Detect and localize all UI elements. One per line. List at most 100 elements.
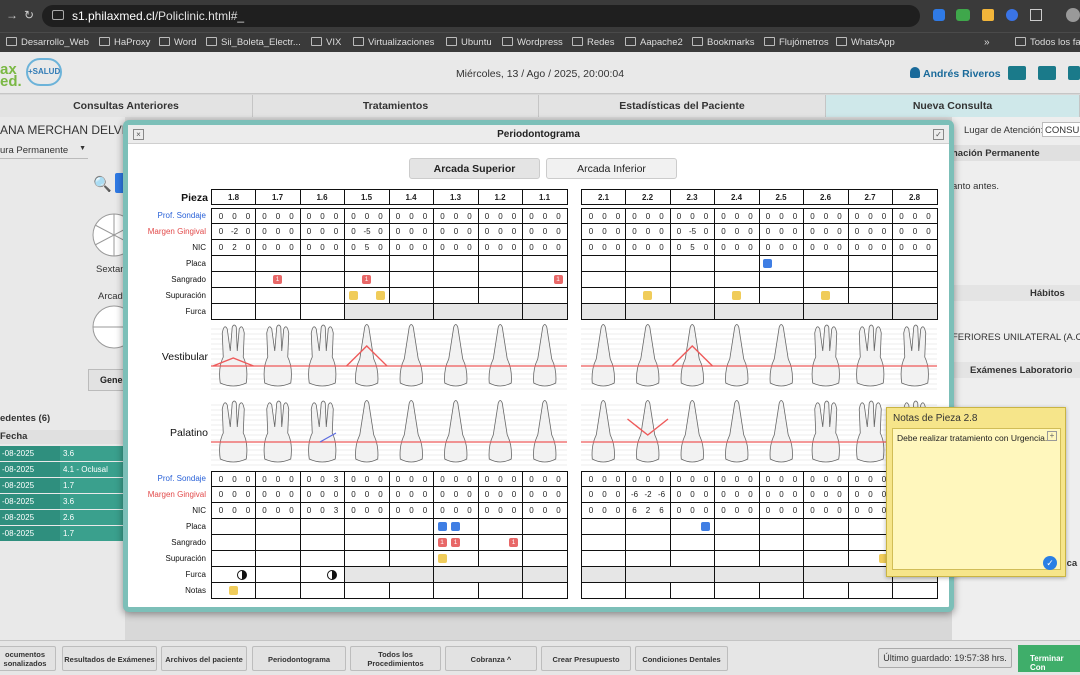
- bottom-margen-value[interactable]: 0: [375, 487, 387, 502]
- bottom-notas-cell[interactable]: [433, 583, 479, 599]
- top-supuracion-cell[interactable]: [300, 288, 345, 304]
- furca-grade-icon[interactable]: [327, 570, 337, 580]
- crear-presupuesto-button[interactable]: Crear Presupuesto: [541, 646, 631, 671]
- bottom-margen-value[interactable]: 0: [348, 487, 360, 502]
- top-nic-value[interactable]: 0: [526, 240, 538, 255]
- top-margen-value[interactable]: 0: [437, 224, 449, 239]
- top-sondaje-value[interactable]: 0: [745, 209, 757, 224]
- top-sondaje-value[interactable]: 0: [776, 209, 788, 224]
- top-nic-value[interactable]: 0: [437, 240, 449, 255]
- top-margen-value[interactable]: 0: [923, 224, 935, 239]
- bottom-nic-value[interactable]: 6: [629, 503, 641, 518]
- bottom-margen-value[interactable]: 0: [789, 487, 801, 502]
- top-sondaje-value[interactable]: 0: [612, 209, 624, 224]
- cobranza-button[interactable]: Cobranza ^: [445, 646, 537, 671]
- top-supuracion-cell[interactable]: [389, 288, 434, 304]
- top-margen-value[interactable]: 0: [348, 224, 360, 239]
- bottom-sondaje-value[interactable]: 0: [464, 472, 476, 487]
- bottom-margen-cell[interactable]: -6 -2 -6: [625, 487, 671, 503]
- bottom-nic-value[interactable]: 0: [375, 503, 387, 518]
- top-margen-cell[interactable]: 000: [714, 224, 760, 240]
- top-placa-cell[interactable]: [581, 256, 626, 272]
- bottom-nic-value[interactable]: 0: [865, 503, 877, 518]
- terminar-consulta-button[interactable]: Terminar Con: [1018, 645, 1080, 672]
- top-nic-value[interactable]: 0: [330, 240, 342, 255]
- top-placa-cell[interactable]: [803, 256, 849, 272]
- bottom-sondaje-value[interactable]: 0: [718, 472, 730, 487]
- top-sondaje-cell[interactable]: 000: [344, 208, 390, 224]
- bottom-sondaje-value[interactable]: 0: [776, 472, 788, 487]
- bottom-sondaje-value[interactable]: 0: [259, 472, 271, 487]
- bookmark-item[interactable]: HaProxy: [99, 37, 150, 48]
- top-sondaje-value[interactable]: 0: [481, 209, 493, 224]
- top-nic-value[interactable]: 0: [599, 240, 611, 255]
- top-nic-cell[interactable]: 000: [389, 240, 434, 256]
- furca-grade-icon[interactable]: [237, 570, 247, 580]
- bottom-nic-value[interactable]: 0: [687, 503, 699, 518]
- bottom-furca-cell[interactable]: [433, 567, 479, 583]
- bottom-sangrado-cell[interactable]: [389, 535, 434, 551]
- bottom-sondaje-value[interactable]: 0: [286, 472, 298, 487]
- top-margen-value[interactable]: -2: [229, 224, 241, 239]
- bottom-margen-cell[interactable]: 000: [344, 487, 390, 503]
- top-margen-value[interactable]: 0: [834, 224, 846, 239]
- tooth-number-2.1[interactable]: 2.1: [581, 189, 626, 205]
- bottom-sondaje-value[interactable]: 0: [865, 472, 877, 487]
- top-sangrado-cell[interactable]: [211, 272, 256, 288]
- top-sondaje-cell[interactable]: 000: [670, 208, 715, 224]
- top-nic-value[interactable]: 0: [700, 240, 712, 255]
- top-sondaje-value[interactable]: 0: [495, 209, 507, 224]
- bottom-margen-cell[interactable]: 000: [714, 487, 760, 503]
- palatino-teeth[interactable]: [134, 397, 945, 469]
- bottom-nic-value[interactable]: 6: [656, 503, 668, 518]
- bottom-nic-value[interactable]: 0: [392, 503, 404, 518]
- top-nic-value[interactable]: 0: [820, 240, 832, 255]
- sangrado-marker[interactable]: 1: [451, 538, 460, 547]
- top-sondaje-cell[interactable]: 000: [714, 208, 760, 224]
- top-margen-value[interactable]: 0: [789, 224, 801, 239]
- bookmark-item[interactable]: Aapache2: [625, 37, 683, 48]
- top-sondaje-cell[interactable]: 000: [803, 208, 849, 224]
- bottom-nic-value[interactable]: 0: [406, 503, 418, 518]
- top-sangrado-cell[interactable]: [759, 272, 804, 288]
- top-sondaje-value[interactable]: 0: [539, 209, 551, 224]
- top-margen-value[interactable]: 0: [303, 224, 315, 239]
- table-row[interactable]: 4.1 - Oclusal -08-2025: [0, 462, 125, 477]
- bottom-margen-cell[interactable]: 000: [389, 487, 434, 503]
- top-nic-value[interactable]: 0: [909, 240, 921, 255]
- bottom-sondaje-value[interactable]: 0: [851, 472, 863, 487]
- top-nic-value[interactable]: 0: [450, 240, 462, 255]
- id-card-icon[interactable]: [1038, 66, 1056, 80]
- table-row[interactable]: 3.6 -08-2025: [0, 446, 125, 461]
- top-sondaje-cell[interactable]: 000: [522, 208, 568, 224]
- top-furca-cell[interactable]: [211, 304, 256, 320]
- bottom-margen-value[interactable]: 0: [229, 487, 241, 502]
- bottom-margen-value[interactable]: 0: [406, 487, 418, 502]
- bottom-sondaje-cell[interactable]: 000: [433, 471, 479, 487]
- top-placa-cell[interactable]: [433, 256, 479, 272]
- bottom-sondaje-cell[interactable]: 000: [625, 471, 671, 487]
- bottom-nic-value[interactable]: 0: [599, 503, 611, 518]
- top-margen-cell[interactable]: 000: [478, 224, 523, 240]
- top-margen-cell[interactable]: 000: [433, 224, 479, 240]
- top-sondaje-value[interactable]: 0: [406, 209, 418, 224]
- top-sondaje-value[interactable]: 0: [789, 209, 801, 224]
- note-marker[interactable]: [228, 586, 238, 595]
- bottom-margen-value[interactable]: 0: [673, 487, 685, 502]
- top-margen-value[interactable]: 0: [242, 224, 254, 239]
- tooth-number-1.3[interactable]: 1.3: [433, 189, 479, 205]
- bottom-nic-value[interactable]: 0: [495, 503, 507, 518]
- bottom-nic-value[interactable]: 0: [437, 503, 449, 518]
- top-sondaje-cell[interactable]: 000: [211, 208, 256, 224]
- top-placa-cell[interactable]: [300, 256, 345, 272]
- condiciones-dentales-button[interactable]: Condiciones Dentales: [635, 646, 728, 671]
- top-sondaje-value[interactable]: 0: [629, 209, 641, 224]
- top-sondaje-cell[interactable]: 000: [478, 208, 523, 224]
- bottom-margen-value[interactable]: -6: [629, 487, 641, 502]
- bottom-margen-cell[interactable]: 000: [478, 487, 523, 503]
- bottom-supuracion-cell[interactable]: [478, 551, 523, 567]
- bottom-sondaje-value[interactable]: 0: [612, 472, 624, 487]
- tooth-number-1.4[interactable]: 1.4: [389, 189, 434, 205]
- top-furca-cell[interactable]: [625, 304, 671, 320]
- bottom-margen-cell[interactable]: 000: [803, 487, 849, 503]
